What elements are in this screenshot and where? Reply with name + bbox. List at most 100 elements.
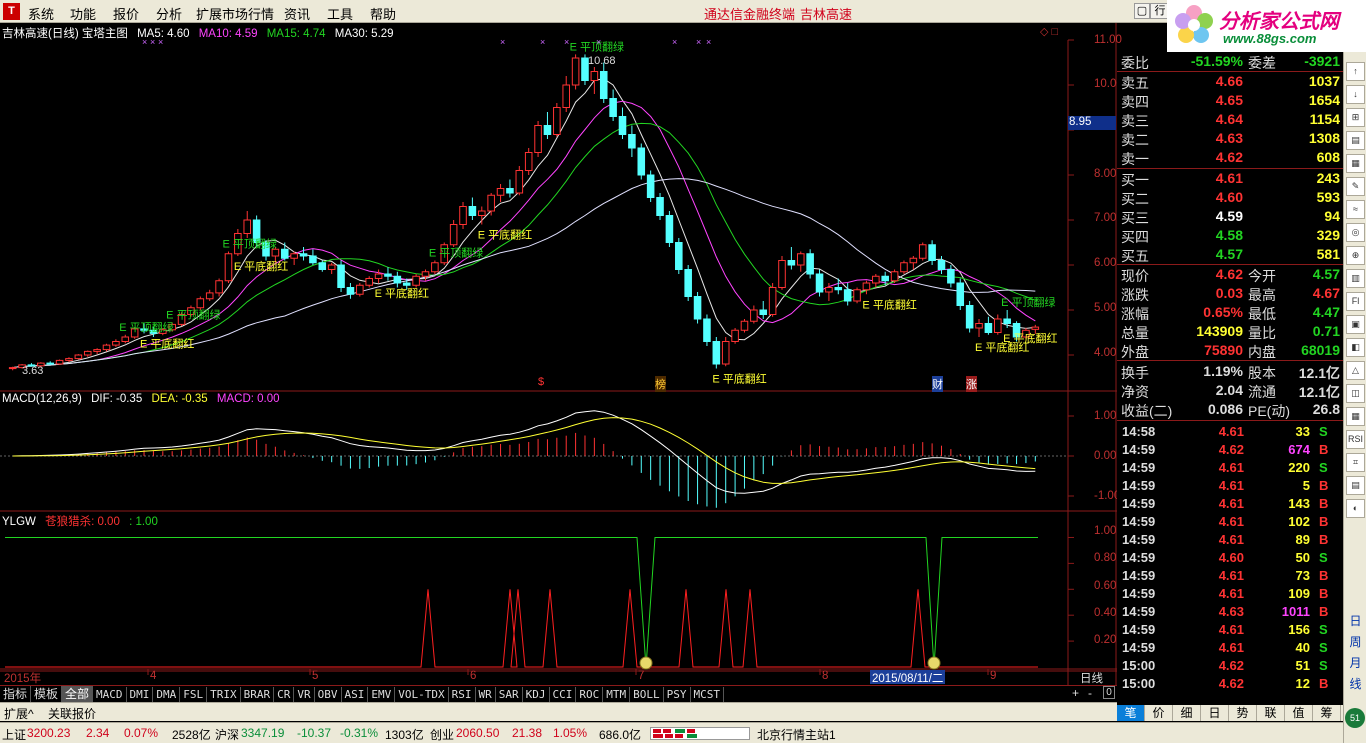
main-chart-area[interactable]: E 平顶翻绿E 平顶翻绿E 平顶翻绿E 平顶翻绿E 平顶翻绿E 平顶翻绿E 平底… [0,23,1117,685]
toolbar-tool-icon[interactable]: ◧ [1346,338,1365,357]
panel-tab-6[interactable]: 值 [1285,705,1313,721]
buy-row[interactable]: 买三 4.59 94 [1117,207,1343,226]
tick-time: 14:59 [1122,604,1156,619]
zoom-in-button[interactable]: + [1072,686,1079,700]
panel-tab-2[interactable]: 细 [1173,705,1201,721]
period-0[interactable]: 日 [1347,612,1364,629]
menu-analysis[interactable]: 分析 [156,4,182,23]
indicator-tab-mtm[interactable]: MTM [603,687,631,703]
indicator-tab-vr[interactable]: VR [294,687,315,703]
sell-row[interactable]: 卖一 4.62 608 [1117,148,1343,167]
toolbar-tool-icon[interactable]: RSI [1346,430,1365,449]
indicator-tab-dma[interactable]: DMA [153,687,181,703]
indicator-tab-vol-tdx[interactable]: VOL-TDX [395,687,449,703]
indicator-tab-asi[interactable]: ASI [342,687,369,703]
indicator-tab-全部[interactable]: 全部 [62,686,94,702]
buy-row[interactable]: 买二 4.60 593 [1117,188,1343,207]
period-label[interactable]: 日线 [1080,670,1103,686]
candle-body [571,57,580,86]
indicator-tab-wr[interactable]: WR [476,687,496,703]
sell-row[interactable]: 卖五 4.66 1037 [1117,72,1343,91]
sell-row[interactable]: 卖四 4.65 1654 [1117,91,1343,110]
marker-finance[interactable]: 财 [932,376,943,392]
toolbar-tool-icon[interactable]: ◎ [1346,223,1365,242]
indicator-tab-kdj[interactable]: KDJ [523,687,550,703]
indicator-tab-roc[interactable]: ROC [576,687,604,703]
period-2[interactable]: 月 [1347,654,1364,671]
panel-tab-5[interactable]: 联 [1257,705,1285,721]
sell-row[interactable]: 卖二 4.63 1308 [1117,129,1343,148]
toolbar-tool-icon[interactable]: ⊕ [1346,246,1365,265]
panel-tab-1[interactable]: 价 [1145,705,1173,721]
indicator-tab-trix[interactable]: TRIX [207,687,241,703]
menu-info[interactable]: 资讯 [284,4,310,23]
tick-side: S [1319,424,1328,439]
toolbar-tool-icon[interactable]: ▦ [1346,407,1365,426]
zoom-out-button[interactable]: - [1088,686,1092,700]
buy-row[interactable]: 买五 4.57 581 [1117,245,1343,264]
toolbar-tool-icon[interactable]: ◫ [1346,384,1365,403]
candle-body [102,344,111,351]
indicator-tab-cr[interactable]: CR [274,687,295,703]
buy-row[interactable]: 买四 4.58 329 [1117,226,1343,245]
indicator-tab-dmi[interactable]: DMI [127,687,154,703]
y-tick-4: 4.00 [1094,347,1117,359]
toolbar-tool-icon[interactable]: Fl [1346,292,1365,311]
toolbar-tool-icon[interactable]: ◐ [1346,499,1365,518]
period-3[interactable]: 线 [1347,675,1364,692]
toolbar-tool-icon[interactable]: ≈ [1346,200,1365,219]
indicator-tab-boll[interactable]: BOLL [630,687,664,703]
reset-zoom-button[interactable]: 0 [1103,686,1115,699]
top-cross-marker: × [540,37,545,47]
toolbar-tool-icon[interactable]: ▥ [1346,269,1365,288]
x-month-4: 4 [150,670,157,682]
menu-help[interactable]: 帮助 [370,4,396,23]
candle-body [590,71,599,81]
panel-tab-0[interactable]: 笔 [1117,705,1145,721]
indicator-tab-cci[interactable]: CCI [550,687,577,703]
toolbar-tool-icon[interactable]: ▣ [1346,315,1365,334]
toolbar-tool-icon[interactable]: ↓ [1346,85,1365,104]
menu-ext-market[interactable]: 扩展市场行情 [196,4,274,23]
toolbar-tool-icon[interactable]: ↑ [1346,62,1365,81]
tab-related-quotes[interactable]: 关联报价 [48,705,96,722]
candle-body [712,341,721,365]
cy-value: 2060.50 [456,726,500,740]
indicator-tab-emv[interactable]: EMV [368,687,396,703]
indicator-tab-fsl[interactable]: FSL [180,687,208,703]
sell-row[interactable]: 卖三 4.64 1154 [1117,110,1343,129]
tab-extend[interactable]: 扩展^ [4,705,34,722]
toolbar-tool-icon[interactable]: ⌗ [1346,453,1365,472]
period-1[interactable]: 周 [1347,633,1364,650]
indicator-tab-sar[interactable]: SAR [496,687,523,703]
indicator-tab-obv[interactable]: OBV [315,687,342,703]
marker-rank[interactable]: 榜 [655,376,666,392]
toolbar-tool-icon[interactable]: ▤ [1346,131,1365,150]
indicator-tab-rsi[interactable]: RSI [449,687,476,703]
buy-row[interactable]: 买一 4.61 243 [1117,169,1343,188]
marker-rise[interactable]: 涨 [966,376,977,392]
indicator-tab-psy[interactable]: PSY [664,687,691,703]
panel-tab-7[interactable]: 筹 [1313,705,1341,721]
toolbar-tool-icon[interactable]: ▤ [1346,476,1365,495]
indicator-tab-brar[interactable]: BRAR [241,687,275,703]
indicator-tab-模板[interactable]: 模板 [31,686,63,702]
panel-tab-4[interactable]: 势 [1229,705,1257,721]
server-name[interactable]: 北京行情主站1 [757,726,836,743]
y-tick-5: 5.00 [1094,302,1117,314]
toolbar-tool-icon[interactable]: ⊞ [1346,108,1365,127]
panel-tab-3[interactable]: 日 [1201,705,1229,721]
minimize-button[interactable]: ▢ [1134,3,1150,19]
menu-quote[interactable]: 报价 [113,4,139,23]
toolbar-tool-icon[interactable]: ✎ [1346,177,1365,196]
tick-row: 14:59 4.61 109 B [1117,585,1343,603]
indicator-tab-macd[interactable]: MACD [93,687,127,703]
toolbar-tool-icon[interactable]: ▦ [1346,154,1365,173]
marker-dollar[interactable]: $ [538,376,544,388]
menu-tools[interactable]: 工具 [327,4,353,23]
menu-function[interactable]: 功能 [70,4,96,23]
indicator-tab-mcst[interactable]: MCST [691,687,725,703]
menu-system[interactable]: 系统 [28,4,54,23]
indicator-tab-指标[interactable]: 指标 [0,686,32,702]
toolbar-tool-icon[interactable]: △ [1346,361,1365,380]
